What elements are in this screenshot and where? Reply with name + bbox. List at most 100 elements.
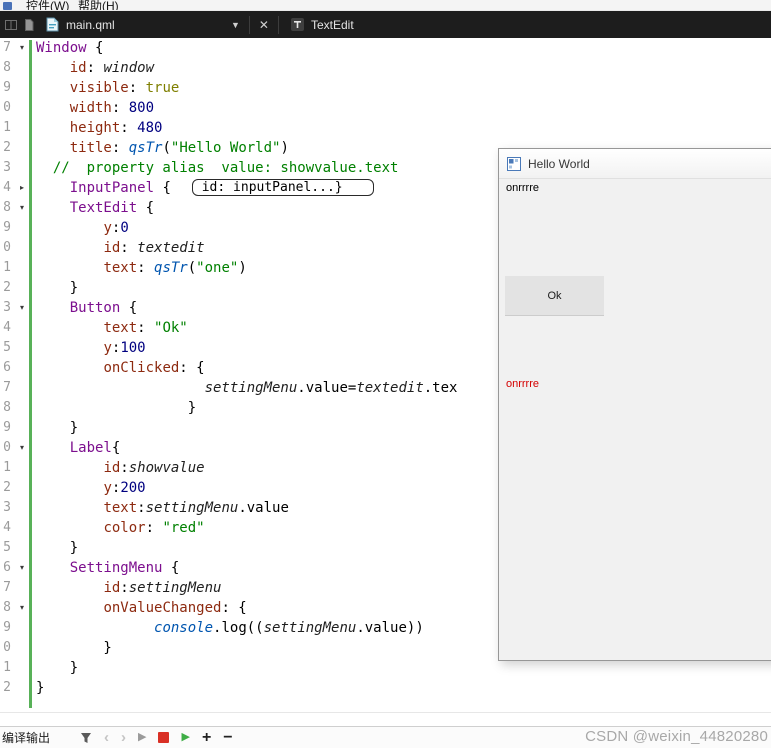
line-number: 5	[3, 540, 11, 555]
code-text: visible: true	[69, 80, 180, 96]
tab-textedit[interactable]: TextEdit	[279, 11, 366, 38]
preview-textedit[interactable]: onrrrre	[506, 182, 539, 194]
line-number: 0	[3, 100, 11, 115]
code-text: text: qsTr("one")	[103, 260, 247, 276]
code-text: InputPanel { id: inputPanel...}	[36, 178, 374, 198]
line-number: 7	[3, 380, 11, 395]
code-line[interactable]: 8 id: window	[0, 58, 771, 78]
preview-label-text: onrrrre	[506, 378, 540, 390]
nav-forward-icon[interactable]: ›	[121, 730, 126, 745]
run-debug-icon[interactable]: ▶	[181, 732, 189, 743]
line-number: 8	[3, 60, 11, 75]
menubar-fragment: 控件(W) 帮助(H)	[0, 0, 771, 11]
code-text: text:settingMenu.value	[103, 500, 289, 516]
code-text: id: window	[69, 60, 155, 76]
line-number: 0	[3, 440, 11, 455]
line-number: 2	[3, 280, 11, 295]
preview-titlebar[interactable]: Hello World	[499, 149, 771, 179]
split-view-icon[interactable]	[4, 18, 18, 32]
document-icon[interactable]	[22, 18, 36, 32]
line-number: 3	[3, 300, 11, 315]
run-icon[interactable]: ▶	[138, 732, 146, 743]
code-text: id: textedit	[103, 240, 205, 256]
line-number: 4	[3, 520, 11, 535]
line-number: 6	[3, 560, 11, 575]
line-number: 9	[3, 620, 11, 635]
tab-close-icon[interactable]: ✕	[250, 18, 278, 32]
zoom-out-icon[interactable]: −	[223, 729, 232, 746]
line-number: 9	[3, 80, 11, 95]
line-number: 4	[3, 320, 11, 335]
window-icon	[507, 156, 521, 171]
preview-content: onrrrre Ok onrrrre	[499, 179, 771, 661]
code-text: Button {	[69, 300, 138, 316]
code-text: SettingMenu {	[69, 560, 180, 576]
code-text: }	[36, 400, 197, 416]
code-line[interactable]: 7 ▾ Window {	[0, 38, 771, 58]
output-pane-toolbar: ‹ › ▶ ▶ + −	[80, 729, 233, 746]
qml-file-icon	[46, 17, 59, 32]
preview-window-title: Hello World	[528, 156, 590, 171]
stop-icon[interactable]	[158, 732, 170, 743]
code-text: id:settingMenu	[103, 580, 222, 596]
line-number: 0	[3, 640, 11, 655]
line-number: 0	[3, 240, 11, 255]
code-text: y:200	[103, 480, 146, 496]
compile-output-pane-button[interactable]: 编译输出	[2, 729, 50, 746]
line-number: 8	[3, 600, 11, 615]
code-text: Window {	[36, 40, 104, 56]
tab-main-qml-label: main.qml	[66, 17, 115, 32]
tab-main-qml[interactable]: main.qml	[36, 11, 222, 38]
filter-icon[interactable]	[80, 732, 92, 744]
line-number: 5	[3, 340, 11, 355]
changed-lines-bar	[29, 40, 32, 708]
code-line[interactable]: 0 width: 800	[0, 98, 771, 118]
code-text: y:100	[103, 340, 146, 356]
textedit-file-icon	[290, 18, 304, 31]
code-text: onClicked: {	[103, 360, 205, 376]
qt-creator-window: 控件(W) 帮助(H) main.qml ▼ ✕ TextEdit 7 ▾ Wind…	[0, 0, 771, 748]
line-number: 9	[3, 220, 11, 235]
line-number: 2	[3, 680, 11, 695]
tab-dropdown-icon[interactable]: ▼	[222, 20, 249, 30]
code-text: }	[36, 420, 79, 436]
code-text: text: "Ok"	[103, 320, 188, 336]
nav-back-icon[interactable]: ‹	[104, 730, 109, 745]
code-text: }	[36, 540, 79, 556]
zoom-in-icon[interactable]: +	[202, 729, 211, 746]
code-text: color: "red"	[103, 520, 205, 536]
preview-ok-button[interactable]: Ok	[505, 276, 604, 316]
line-number: 2	[3, 480, 11, 495]
line-number: 1	[3, 660, 11, 675]
code-text: TextEdit {	[69, 200, 155, 216]
line-number: 7	[3, 580, 11, 595]
menu-item-controls[interactable]: 控件(W)	[26, 0, 69, 10]
line-number: 7	[3, 40, 11, 55]
watermark: CSDN @weixin_44820280	[585, 728, 768, 745]
code-text: Label{	[69, 440, 121, 456]
line-number: 4	[3, 180, 11, 195]
line-number: 2	[3, 140, 11, 155]
horizontal-scrollbar-track[interactable]	[0, 712, 771, 726]
line-number: 9	[3, 420, 11, 435]
app-icon	[3, 2, 12, 10]
preview-window[interactable]: Hello World onrrrre Ok onrrrre	[498, 148, 771, 661]
code-line[interactable]: 1 }	[0, 658, 771, 678]
tab-textedit-label: TextEdit	[310, 17, 354, 32]
collapsed-block-placeholder[interactable]: id: inputPanel...}	[191, 179, 374, 196]
code-text: settingMenu.value=textedit.tex	[204, 380, 458, 396]
code-text: title: qsTr("Hello World")	[69, 140, 289, 156]
code-line[interactable]: 2}	[0, 678, 771, 698]
code-text: }	[36, 680, 45, 696]
line-number: 6	[3, 360, 11, 375]
code-text: width: 800	[69, 100, 155, 116]
code-line[interactable]: 1 height: 480	[0, 118, 771, 138]
code-line[interactable]: 9 visible: true	[0, 78, 771, 98]
menu-item-help[interactable]: 帮助(H)	[78, 0, 119, 10]
code-text: }	[36, 640, 112, 656]
line-number: 1	[3, 460, 11, 475]
code-text: onValueChanged: {	[103, 600, 247, 616]
line-number: 8	[3, 200, 11, 215]
code-text: height: 480	[69, 120, 163, 136]
editor-tabbar: main.qml ▼ ✕ TextEdit	[0, 11, 771, 38]
